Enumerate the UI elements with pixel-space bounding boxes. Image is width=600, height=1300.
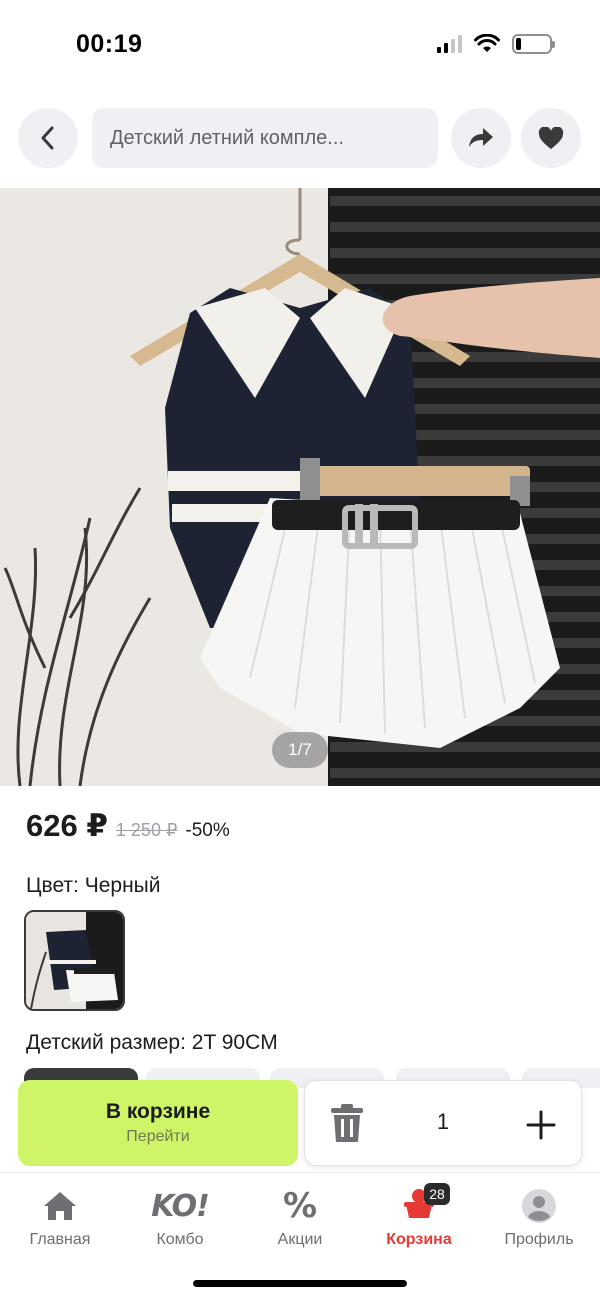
price-row: 626 ₽ 1 250 ₽ -50%: [26, 808, 230, 844]
size-label: Детский размер: 2T 90CM: [26, 1031, 278, 1054]
tab-promotions[interactable]: % Акции: [250, 1186, 350, 1253]
trash-icon: [331, 1104, 363, 1142]
increase-button[interactable]: [519, 1103, 563, 1147]
quantity-value: 1: [436, 1109, 450, 1134]
status-time: 00:19: [76, 30, 143, 58]
blind-slat: [330, 222, 600, 232]
gallery-counter: 1/7: [272, 732, 328, 768]
cart-bar: В корзине Перейти 1: [0, 1080, 600, 1168]
favorite-button[interactable]: [521, 108, 581, 168]
in-cart-subtitle: Перейти: [126, 1128, 190, 1145]
tab-label: Профиль: [504, 1231, 574, 1248]
plus-icon: [526, 1110, 556, 1140]
battery-icon: [512, 34, 555, 54]
profile-icon: [521, 1187, 557, 1225]
color-label: Цвет: Черный: [26, 874, 161, 897]
search-input[interactable]: Детский летний компле...: [92, 108, 438, 168]
blind-slat: [330, 196, 600, 206]
tab-combo[interactable]: KO! Комбо: [130, 1187, 230, 1253]
cart-badge: 28: [424, 1183, 450, 1205]
price-old: 1 250 ₽: [115, 820, 178, 840]
color-swatch-black[interactable]: [24, 910, 125, 1011]
tab-profile[interactable]: Профиль: [489, 1187, 589, 1253]
status-bar: 00:19: [0, 0, 600, 90]
tab-label: Акции: [277, 1231, 323, 1248]
top-nav: Детский летний компле...: [0, 108, 600, 170]
tab-label: Комбо: [156, 1231, 204, 1248]
heart-icon: [538, 126, 564, 149]
product-photo: [0, 188, 600, 786]
share-arrow-icon: [469, 128, 493, 147]
status-icons: [437, 34, 555, 54]
tab-label: Корзина: [386, 1231, 452, 1248]
tab-cart[interactable]: 28 Корзина: [369, 1183, 469, 1253]
product-image[interactable]: [0, 188, 600, 786]
battery-level: [516, 38, 521, 50]
percent-icon: %: [282, 1186, 318, 1226]
home-icon: [43, 1187, 77, 1225]
chevron-left-icon: [41, 126, 54, 150]
tab-label: Главная: [29, 1231, 91, 1248]
delete-button[interactable]: [327, 1101, 367, 1145]
combo-logo-icon: KO!: [151, 1188, 210, 1224]
tab-home[interactable]: Главная: [10, 1187, 110, 1253]
price-current: 626 ₽: [26, 808, 108, 843]
home-indicator: [193, 1280, 407, 1287]
cart-icon: 28: [402, 1183, 450, 1225]
in-cart-title: В корзине: [105, 1100, 211, 1123]
wifi-icon: [474, 34, 500, 52]
signal-icon: [437, 35, 462, 53]
share-button[interactable]: [451, 108, 511, 168]
in-cart-button[interactable]: В корзине Перейти: [18, 1080, 298, 1166]
color-swatch-photo: [26, 912, 123, 1009]
quantity-stepper: 1: [304, 1080, 582, 1166]
blind-slat: [330, 248, 600, 258]
price-discount: -50%: [185, 820, 230, 841]
back-button[interactable]: [18, 108, 78, 168]
blind-slat: [330, 742, 600, 752]
blind-slat: [330, 768, 600, 778]
